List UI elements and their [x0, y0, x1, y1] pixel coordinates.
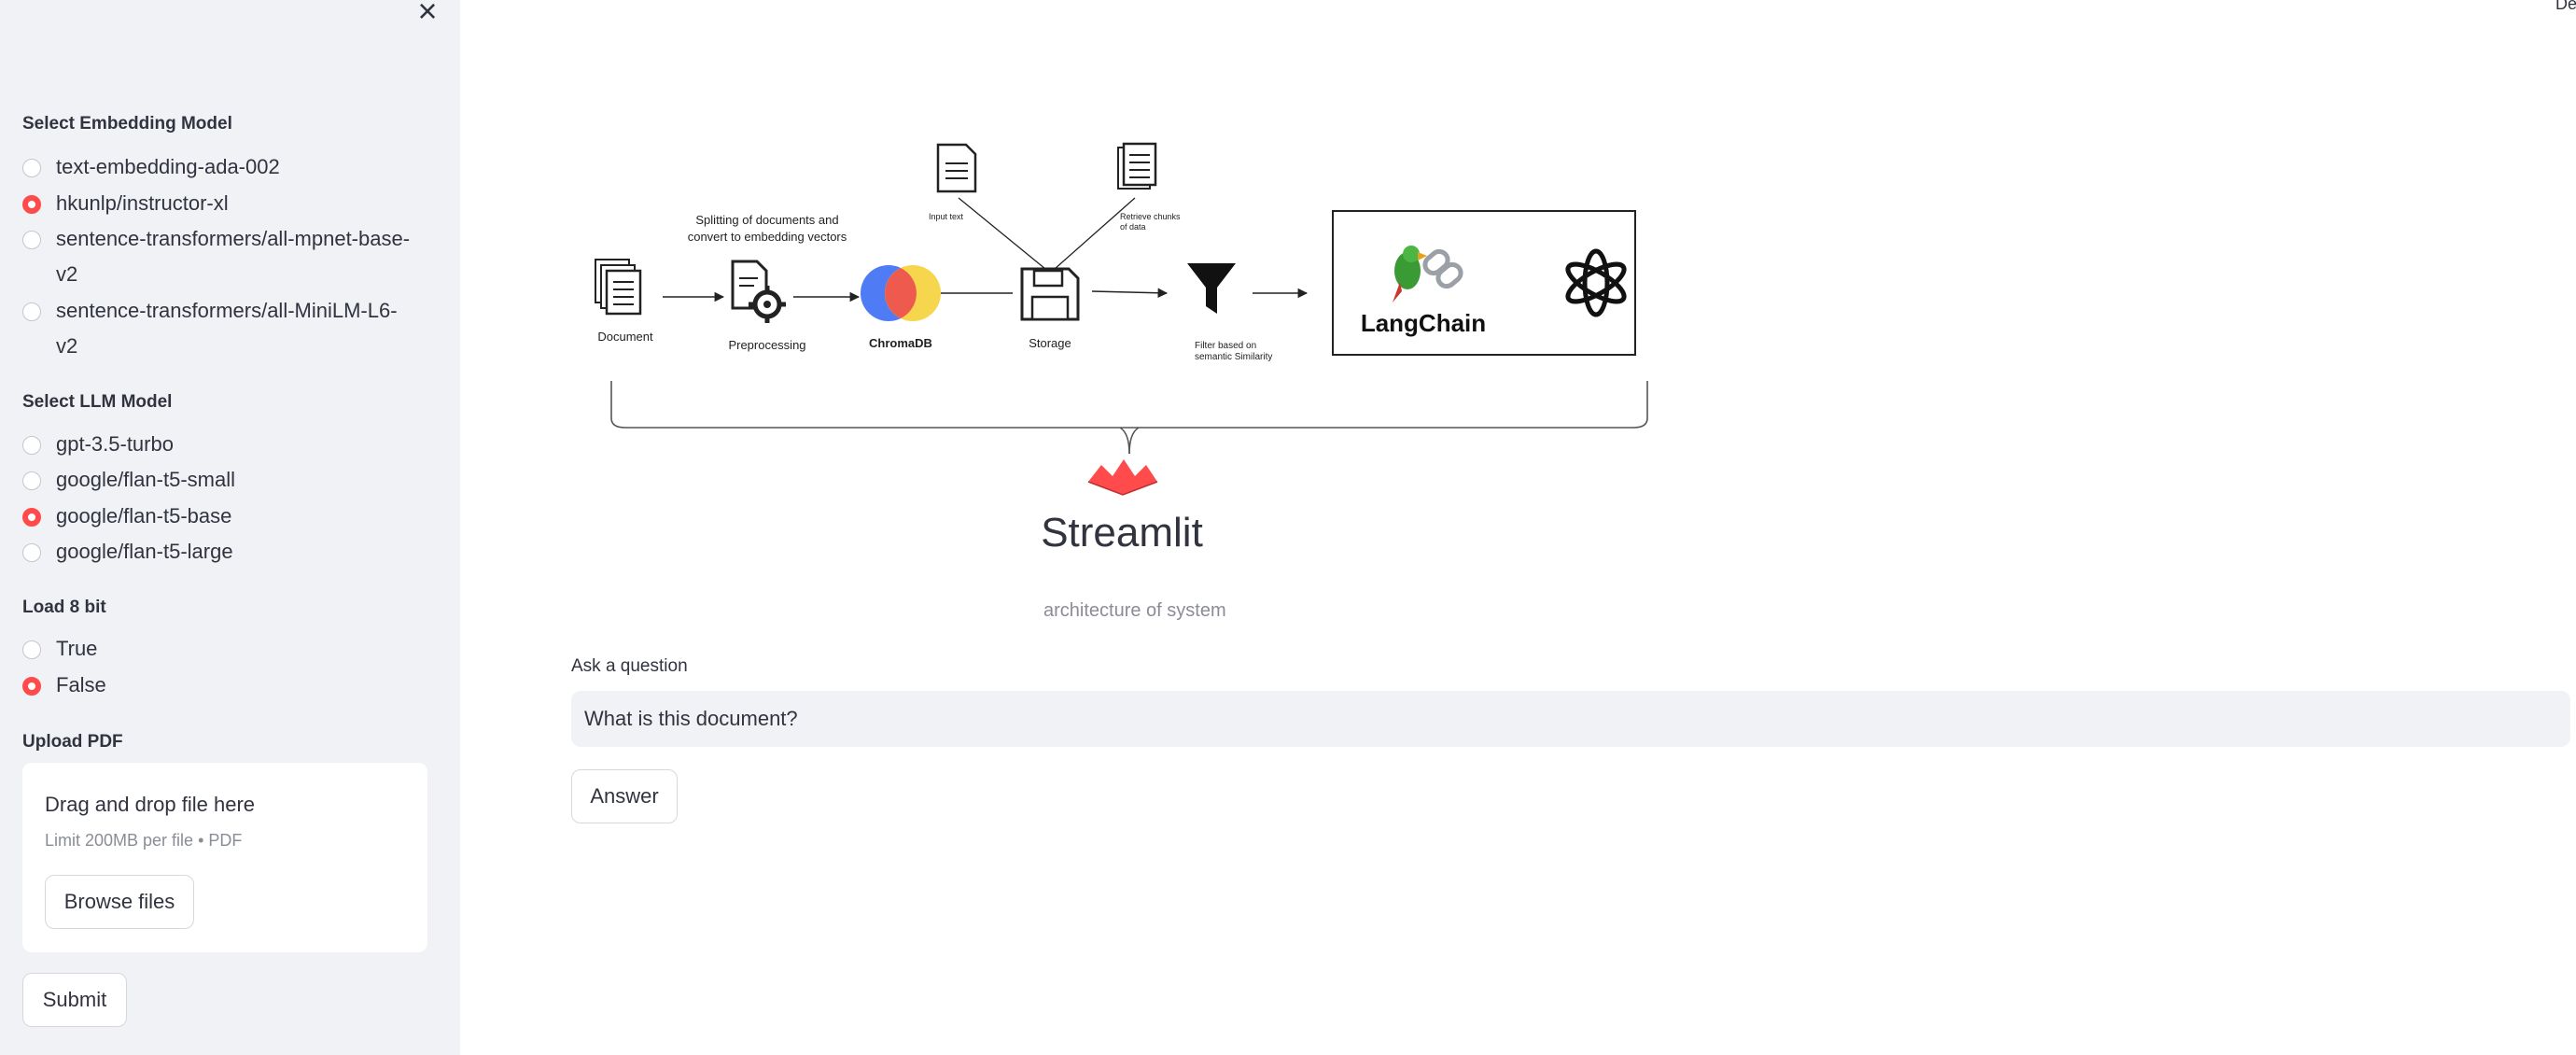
filter-funnel-icon: [1187, 263, 1236, 314]
llm-option-label: google/flan-t5-small: [56, 468, 235, 491]
system-bracket: [610, 381, 1648, 429]
close-sidebar-icon[interactable]: ×: [411, 0, 444, 28]
deploy-button[interactable]: De: [2555, 0, 2576, 14]
radio-selected-icon[interactable]: [22, 508, 41, 527]
streamlit-label: Streamlit: [1041, 510, 1203, 556]
dropzone-title: Drag and drop file here: [45, 793, 256, 816]
load8bit-option-label: False: [56, 673, 106, 696]
load-8bit-label: Load 8 bit: [22, 598, 106, 617]
radio-unselected-icon[interactable]: [22, 543, 41, 562]
radio-selected-icon[interactable]: [22, 195, 41, 214]
radio-selected-icon[interactable]: [22, 677, 41, 696]
question-input[interactable]: [571, 691, 2570, 747]
input-text-document-icon: [936, 143, 977, 193]
browse-files-button[interactable]: Browse files: [45, 875, 194, 929]
file-dropzone[interactable]: Drag and drop file here Limit 200MB per …: [22, 763, 427, 952]
llm-option-label: google/flan-t5-base: [56, 504, 232, 528]
llm-option-label: google/flan-t5-large: [56, 540, 233, 563]
retrieve-document-icon: [1117, 142, 1157, 190]
embedding-option-0[interactable]: text-embedding-ada-002: [22, 149, 411, 185]
document-stack-icon: [595, 259, 642, 316]
image-caption: architecture of system: [1043, 600, 1226, 621]
diagram-caption-line1: Splitting of documents and: [695, 213, 838, 227]
load8bit-option-1[interactable]: False: [22, 668, 411, 703]
question-label: Ask a question: [571, 656, 688, 676]
embedding-option-1[interactable]: hkunlp/instructor-xl: [22, 186, 411, 221]
svg-text:convert to embedding vectors: convert to embedding vectors: [688, 230, 847, 244]
embedding-option-label: sentence-transformers/all-MiniLM-L6-v2: [56, 299, 398, 358]
embedding-option-label: text-embedding-ada-002: [56, 155, 280, 178]
llm-option-label: gpt-3.5-turbo: [56, 432, 174, 456]
radio-unselected-icon[interactable]: [22, 302, 41, 321]
embedding-model-label: Select Embedding Model: [22, 114, 232, 134]
streamlit-logo-icon: [1087, 459, 1158, 496]
upload-pdf-label: Upload PDF: [22, 732, 123, 752]
input-text-label: Input text: [929, 212, 964, 221]
load8bit-option-label: True: [56, 637, 98, 660]
llm-option-3[interactable]: google/flan-t5-large: [22, 534, 411, 570]
radio-unselected-icon[interactable]: [22, 231, 41, 249]
embedding-option-label: hkunlp/instructor-xl: [56, 191, 229, 215]
embedding-option-3[interactable]: sentence-transformers/all-MiniLM-L6-v2: [22, 293, 411, 364]
document-label: Document: [597, 330, 653, 344]
embedding-option-2[interactable]: sentence-transformers/all-mpnet-base-v2: [22, 221, 411, 292]
filter-label-2: semantic Similarity: [1195, 352, 1272, 362]
preprocessing-gear-icon: [731, 260, 786, 323]
retrieve-label-1: Retrieve chunks: [1120, 212, 1181, 221]
svg-text:Splitting of documents and: Splitting of documents and: [695, 213, 838, 227]
llm-option-2[interactable]: google/flan-t5-base: [22, 499, 411, 534]
chromadb-logo-icon: [861, 265, 941, 321]
filter-label-1: Filter based on: [1195, 341, 1256, 351]
llm-option-1[interactable]: google/flan-t5-small: [22, 462, 411, 498]
preprocessing-label: Preprocessing: [728, 338, 805, 352]
llm-model-label: Select LLM Model: [22, 392, 173, 412]
radio-unselected-icon[interactable]: [22, 159, 41, 177]
storage-floppy-icon: [1020, 267, 1080, 321]
chromadb-label: ChromaDB: [869, 336, 932, 350]
dropzone-limit: Limit 200MB per file • PDF: [45, 831, 243, 850]
diagram-caption-line2: convert to embedding vectors: [688, 230, 847, 244]
retrieve-label-2: of data: [1120, 222, 1146, 232]
sidebar: × Select Embedding Model text-embedding-…: [0, 0, 460, 1055]
embedding-option-label: sentence-transformers/all-mpnet-base-v2: [56, 227, 411, 286]
radio-unselected-icon[interactable]: [22, 471, 41, 490]
llm-option-0[interactable]: gpt-3.5-turbo: [22, 427, 411, 462]
load8bit-option-0[interactable]: True: [22, 631, 411, 667]
storage-label: Storage: [1029, 336, 1071, 350]
submit-button[interactable]: Submit: [22, 973, 127, 1027]
radio-unselected-icon[interactable]: [22, 640, 41, 659]
architecture-diagram: Splitting of documents and convert to em…: [595, 142, 1648, 556]
radio-unselected-icon[interactable]: [22, 436, 41, 455]
langchain-label: LangChain: [1361, 309, 1486, 337]
answer-button[interactable]: Answer: [571, 769, 678, 823]
